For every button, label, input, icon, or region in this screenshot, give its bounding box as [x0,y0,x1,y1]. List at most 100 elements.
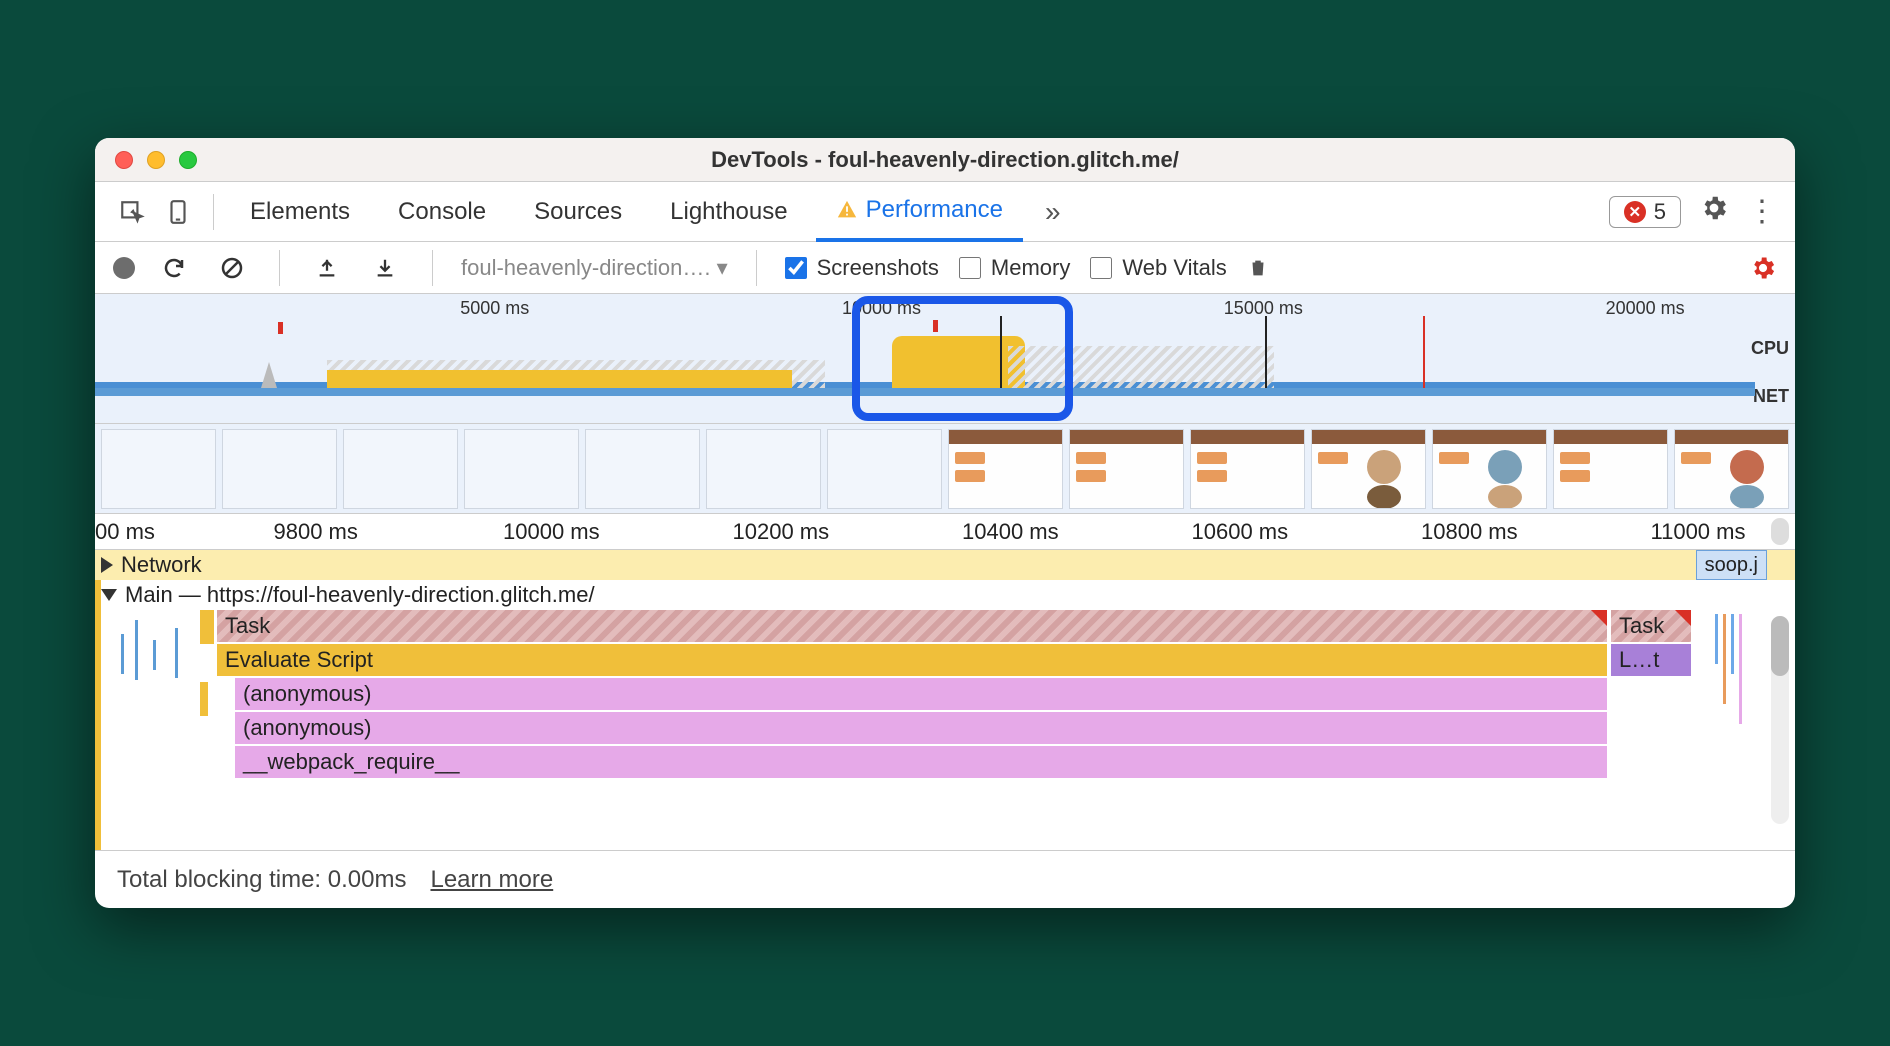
learn-more-link[interactable]: Learn more [430,866,553,894]
screenshot-thumb[interactable] [1069,429,1184,509]
screenshot-thumb[interactable] [948,429,1063,509]
devtools-window: DevTools - foul-heavenly-direction.glitc… [95,138,1795,908]
flame-bar-webpack-require[interactable]: __webpack_require__ [235,746,1607,778]
flame-bar-layout[interactable]: L…t [1611,644,1691,676]
checkbox-label: Web Vitals [1122,255,1226,281]
screenshot-thumb[interactable] [464,429,579,509]
titlebar: DevTools - foul-heavenly-direction.glitc… [95,138,1795,182]
clear-button[interactable] [213,249,251,287]
screenshot-thumb[interactable] [1311,429,1426,509]
long-task-warning-icon [1591,610,1607,626]
checkbox-label: Screenshots [817,255,939,281]
net-track [95,388,1755,396]
memory-checkbox[interactable]: Memory [959,255,1070,281]
checkbox-label: Memory [991,255,1070,281]
flame-bar-task[interactable]: Task [217,610,1607,642]
screenshot-thumb[interactable] [101,429,216,509]
error-count-pill[interactable]: ✕ 5 [1609,196,1681,228]
flame-bar-anonymous[interactable]: (anonymous) [235,678,1607,710]
long-task-warning-icon [1675,610,1691,626]
tab-sources[interactable]: Sources [514,182,642,241]
scrollbar[interactable] [1771,616,1789,824]
tab-label: Elements [250,198,350,226]
filmstrip[interactable] [95,424,1795,514]
scrollbar[interactable] [1771,518,1789,545]
cpu-label: CPU [1751,338,1789,359]
collapse-icon[interactable] [101,589,117,601]
flame-bar-anonymous[interactable]: (anonymous) [235,712,1607,744]
settings-gear-icon[interactable] [1699,193,1729,231]
more-tabs-button[interactable]: » [1031,196,1075,228]
tab-performance[interactable]: Performance [816,183,1023,242]
overview-ticks: 5000 ms 10000 ms 15000 ms 20000 ms [95,298,1755,318]
network-request-chip[interactable]: soop.j [1696,550,1767,580]
tab-lighthouse[interactable]: Lighthouse [650,182,807,241]
zoom-icon[interactable] [179,151,197,169]
screenshots-checkbox[interactable]: Screenshots [785,255,939,281]
flame-bar-task[interactable]: Task [1611,610,1691,642]
record-button[interactable] [113,257,135,279]
flame-chart[interactable]: Network soop.j Main — https://foul-heave… [95,550,1795,850]
screenshot-thumb[interactable] [706,429,821,509]
flame-bar-evaluate-script[interactable]: Evaluate Script [217,644,1607,676]
network-track-header[interactable]: Network soop.j [95,550,1795,580]
kebab-menu-icon[interactable]: ⋮ [1747,194,1777,229]
ruler-tick: 00 ms [95,519,155,545]
window-title: DevTools - foul-heavenly-direction.glitc… [95,147,1795,173]
ruler-tick: 11000 ms [1651,519,1746,545]
tab-label: Sources [534,198,622,226]
webvitals-checkbox[interactable]: Web Vitals [1090,255,1226,281]
load-profile-button[interactable] [308,249,346,287]
inspect-icon[interactable] [113,193,151,231]
scroll-thumb[interactable] [1771,616,1789,676]
bar-label: L…t [1619,647,1659,673]
bar-label: __webpack_require__ [243,749,460,775]
separator [279,250,280,286]
ruler-tick: 10600 ms [1192,519,1289,545]
capture-settings-gear-icon[interactable] [1749,254,1777,282]
tab-console[interactable]: Console [378,182,506,241]
device-toggle-icon[interactable] [159,193,197,231]
separator [213,194,214,230]
ruler-tick: 10200 ms [733,519,830,545]
save-profile-button[interactable] [366,249,404,287]
ruler-tick: 9800 ms [274,519,358,545]
screenshot-thumb[interactable] [1674,429,1789,509]
tab-elements[interactable]: Elements [230,182,370,241]
bar-label: Evaluate Script [225,647,373,673]
tab-label: Lighthouse [670,198,787,226]
screenshot-thumb[interactable] [222,429,337,509]
screenshot-thumb[interactable] [343,429,458,509]
performance-toolbar: foul-heavenly-direction…. ▾ Screenshots … [95,242,1795,294]
timeline-overview[interactable]: 5000 ms 10000 ms 15000 ms 20000 ms CPU N… [95,294,1795,424]
screenshot-thumb[interactable] [1190,429,1305,509]
bar-label: (anonymous) [243,681,371,707]
recording-selector[interactable]: foul-heavenly-direction…. ▾ [461,255,728,281]
screenshots-input[interactable] [785,257,807,279]
ruler-tick: 10800 ms [1421,519,1518,545]
time-ruler[interactable]: 00 ms 9800 ms 10000 ms 10200 ms 10400 ms… [95,514,1795,550]
panel-tabs: Elements Console Sources Lighthouse Perf… [95,182,1795,242]
error-x-icon: ✕ [1624,201,1646,223]
reload-record-button[interactable] [155,249,193,287]
warning-icon [836,199,858,221]
expand-icon[interactable] [101,557,113,573]
screenshot-thumb[interactable] [1553,429,1668,509]
cpu-track [95,316,1755,388]
separator [756,250,757,286]
tab-label: Console [398,198,486,226]
main-track-header[interactable]: Main — https://foul-heavenly-direction.g… [95,580,1795,610]
ruler-tick: 10400 ms [962,519,1059,545]
minimize-icon[interactable] [147,151,165,169]
screenshot-thumb[interactable] [1432,429,1547,509]
bar-label: Task [225,613,270,639]
screenshot-thumb[interactable] [827,429,942,509]
main-label: Main — https://foul-heavenly-direction.g… [125,582,595,608]
collect-garbage-button[interactable] [1247,256,1269,280]
memory-input[interactable] [959,257,981,279]
screenshot-thumb[interactable] [585,429,700,509]
traffic-lights [95,151,197,169]
close-icon[interactable] [115,151,133,169]
separator [432,250,433,286]
webvitals-input[interactable] [1090,257,1112,279]
